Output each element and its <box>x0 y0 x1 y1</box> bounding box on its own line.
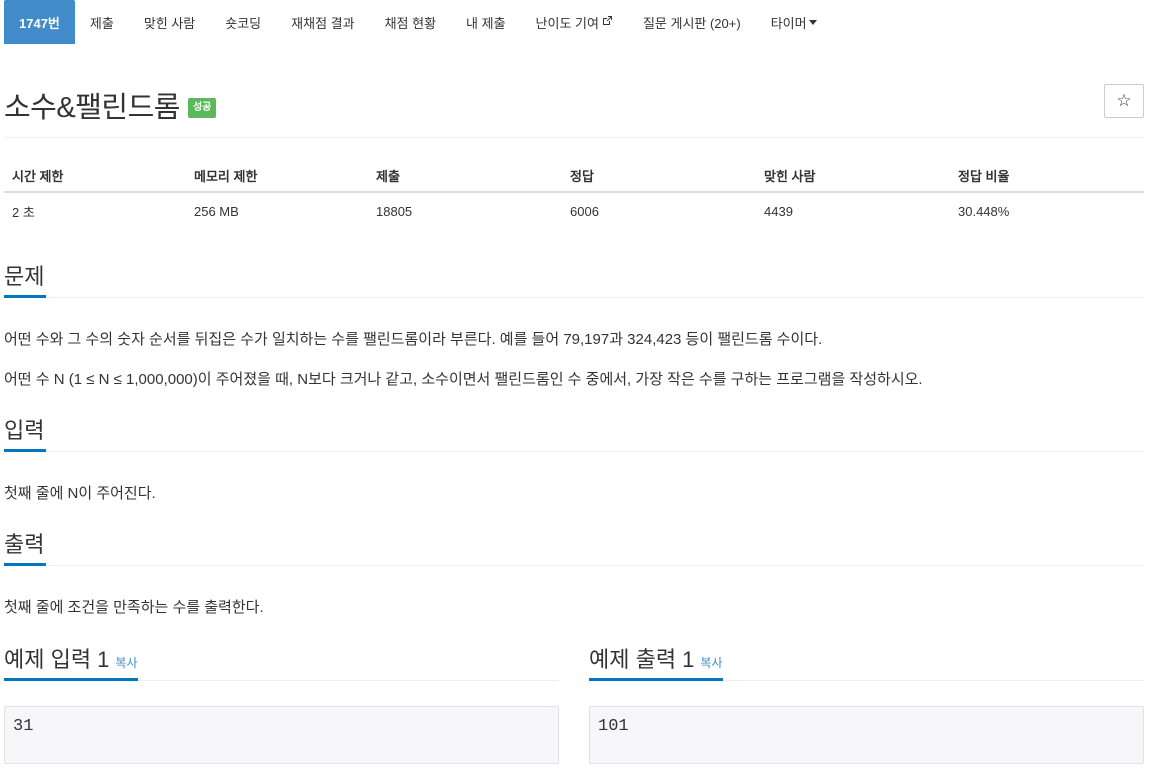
solved-users-value: 4439 <box>764 204 793 219</box>
accepted-value: 6006 <box>570 204 599 219</box>
section-heading: 예제 출력 1 복사 <box>589 647 723 681</box>
memory-limit-value: 256 MB <box>194 204 239 219</box>
tab-label: 제출 <box>89 15 114 31</box>
tab-rejudge-results[interactable]: 재채점 결과 <box>276 0 369 44</box>
tab-label: 재채점 결과 <box>291 15 355 31</box>
tab-label: 내 제출 <box>466 15 506 31</box>
tab-submit[interactable]: 제출 <box>75 0 129 44</box>
sample-output-title: 예제 출력 1 <box>589 647 695 672</box>
sample-input-header: 예제 입력 1 복사 <box>4 647 559 681</box>
output-section-header: 출력 <box>4 532 1144 566</box>
tab-solved-users[interactable]: 맞힌 사람 <box>129 0 210 44</box>
info-table-row: 2 초 256 MB 18805 6006 4439 30.448% <box>4 195 1144 228</box>
sample-input-title: 예제 입력 1 <box>4 647 110 672</box>
favorite-star-button[interactable]: ☆ <box>1104 84 1144 118</box>
info-header-memory-limit: 메모리 제한 <box>194 169 258 184</box>
sample-output-header: 예제 출력 1 복사 <box>589 647 1144 681</box>
tab-problem[interactable]: 1747번 <box>4 0 75 44</box>
tab-label: 맞힌 사람 <box>143 15 196 31</box>
external-link-icon <box>602 15 613 29</box>
info-header-time-limit: 시간 제한 <box>12 169 64 184</box>
info-table-header: 시간 제한 메모리 제한 제출 정답 맞힌 사람 정답 비율 <box>4 160 1144 193</box>
section-heading: 문제 <box>4 264 47 298</box>
output-description: 첫째 줄에 조건을 만족하는 수를 출력한다. <box>4 599 264 616</box>
tab-label: 난이도 기여 <box>535 15 599 31</box>
accept-ratio-value: 30.448% <box>958 204 1010 219</box>
section-heading: 예제 입력 1 복사 <box>4 647 138 681</box>
tab-label: 1747번 <box>19 15 60 31</box>
title-divider <box>4 137 1144 138</box>
description-paragraph: 어떤 수 N (1 ≤ N ≤ 1,000,000)이 주어졌을 때, N보다 … <box>4 371 923 388</box>
tab-label: 질문 게시판 (20+) <box>642 15 741 31</box>
info-header-solved-users: 맞힌 사람 <box>764 169 816 184</box>
copy-sample-output-button[interactable]: 복사 <box>700 656 722 670</box>
problem-title-row: 소수&팰린드롬 성공 <box>4 84 217 126</box>
time-limit-value: 2 초 <box>12 205 35 220</box>
status-badge: 성공 <box>187 98 217 118</box>
submissions-value: 18805 <box>376 204 413 219</box>
info-header-accepted: 정답 <box>570 169 594 184</box>
star-icon: ☆ <box>1116 91 1132 110</box>
problem-description-header: 문제 <box>4 264 1144 298</box>
tab-label: 숏코딩 <box>225 15 262 31</box>
tab-timer-dropdown[interactable]: 타이머 <box>756 0 832 44</box>
tab-short-coding[interactable]: 숏코딩 <box>210 0 276 44</box>
sample-input-box[interactable]: 31 <box>4 706 559 764</box>
tab-qna-board[interactable]: 질문 게시판 (20+) <box>628 0 756 44</box>
problem-nav-tabs: 1747번 제출 맞힌 사람 숏코딩 재채점 결과 채점 현황 내 제출 난이도… <box>4 0 832 44</box>
info-header-accept-ratio: 정답 비율 <box>958 169 1010 184</box>
info-header-submissions: 제출 <box>376 169 400 184</box>
section-heading: 입력 <box>4 418 47 452</box>
copy-sample-input-button[interactable]: 복사 <box>115 656 137 670</box>
page-title: 소수&팰린드롬 <box>4 92 180 124</box>
caret-down-icon <box>808 19 817 25</box>
tab-my-submissions[interactable]: 내 제출 <box>451 0 521 44</box>
tab-difficulty-contribution[interactable]: 난이도 기여 <box>521 0 628 44</box>
input-description: 첫째 줄에 N이 주어진다. <box>4 485 156 502</box>
section-heading: 출력 <box>4 532 47 566</box>
sample-output-box[interactable]: 101 <box>589 706 1144 764</box>
tab-label: 채점 현황 <box>384 15 437 31</box>
tab-judge-status[interactable]: 채점 현황 <box>370 0 451 44</box>
tab-label: 타이머 <box>770 15 807 31</box>
input-section-header: 입력 <box>4 418 1144 452</box>
description-paragraph: 어떤 수와 그 수의 숫자 순서를 뒤집은 수가 일치하는 수를 팰린드롬이라 … <box>4 331 823 348</box>
